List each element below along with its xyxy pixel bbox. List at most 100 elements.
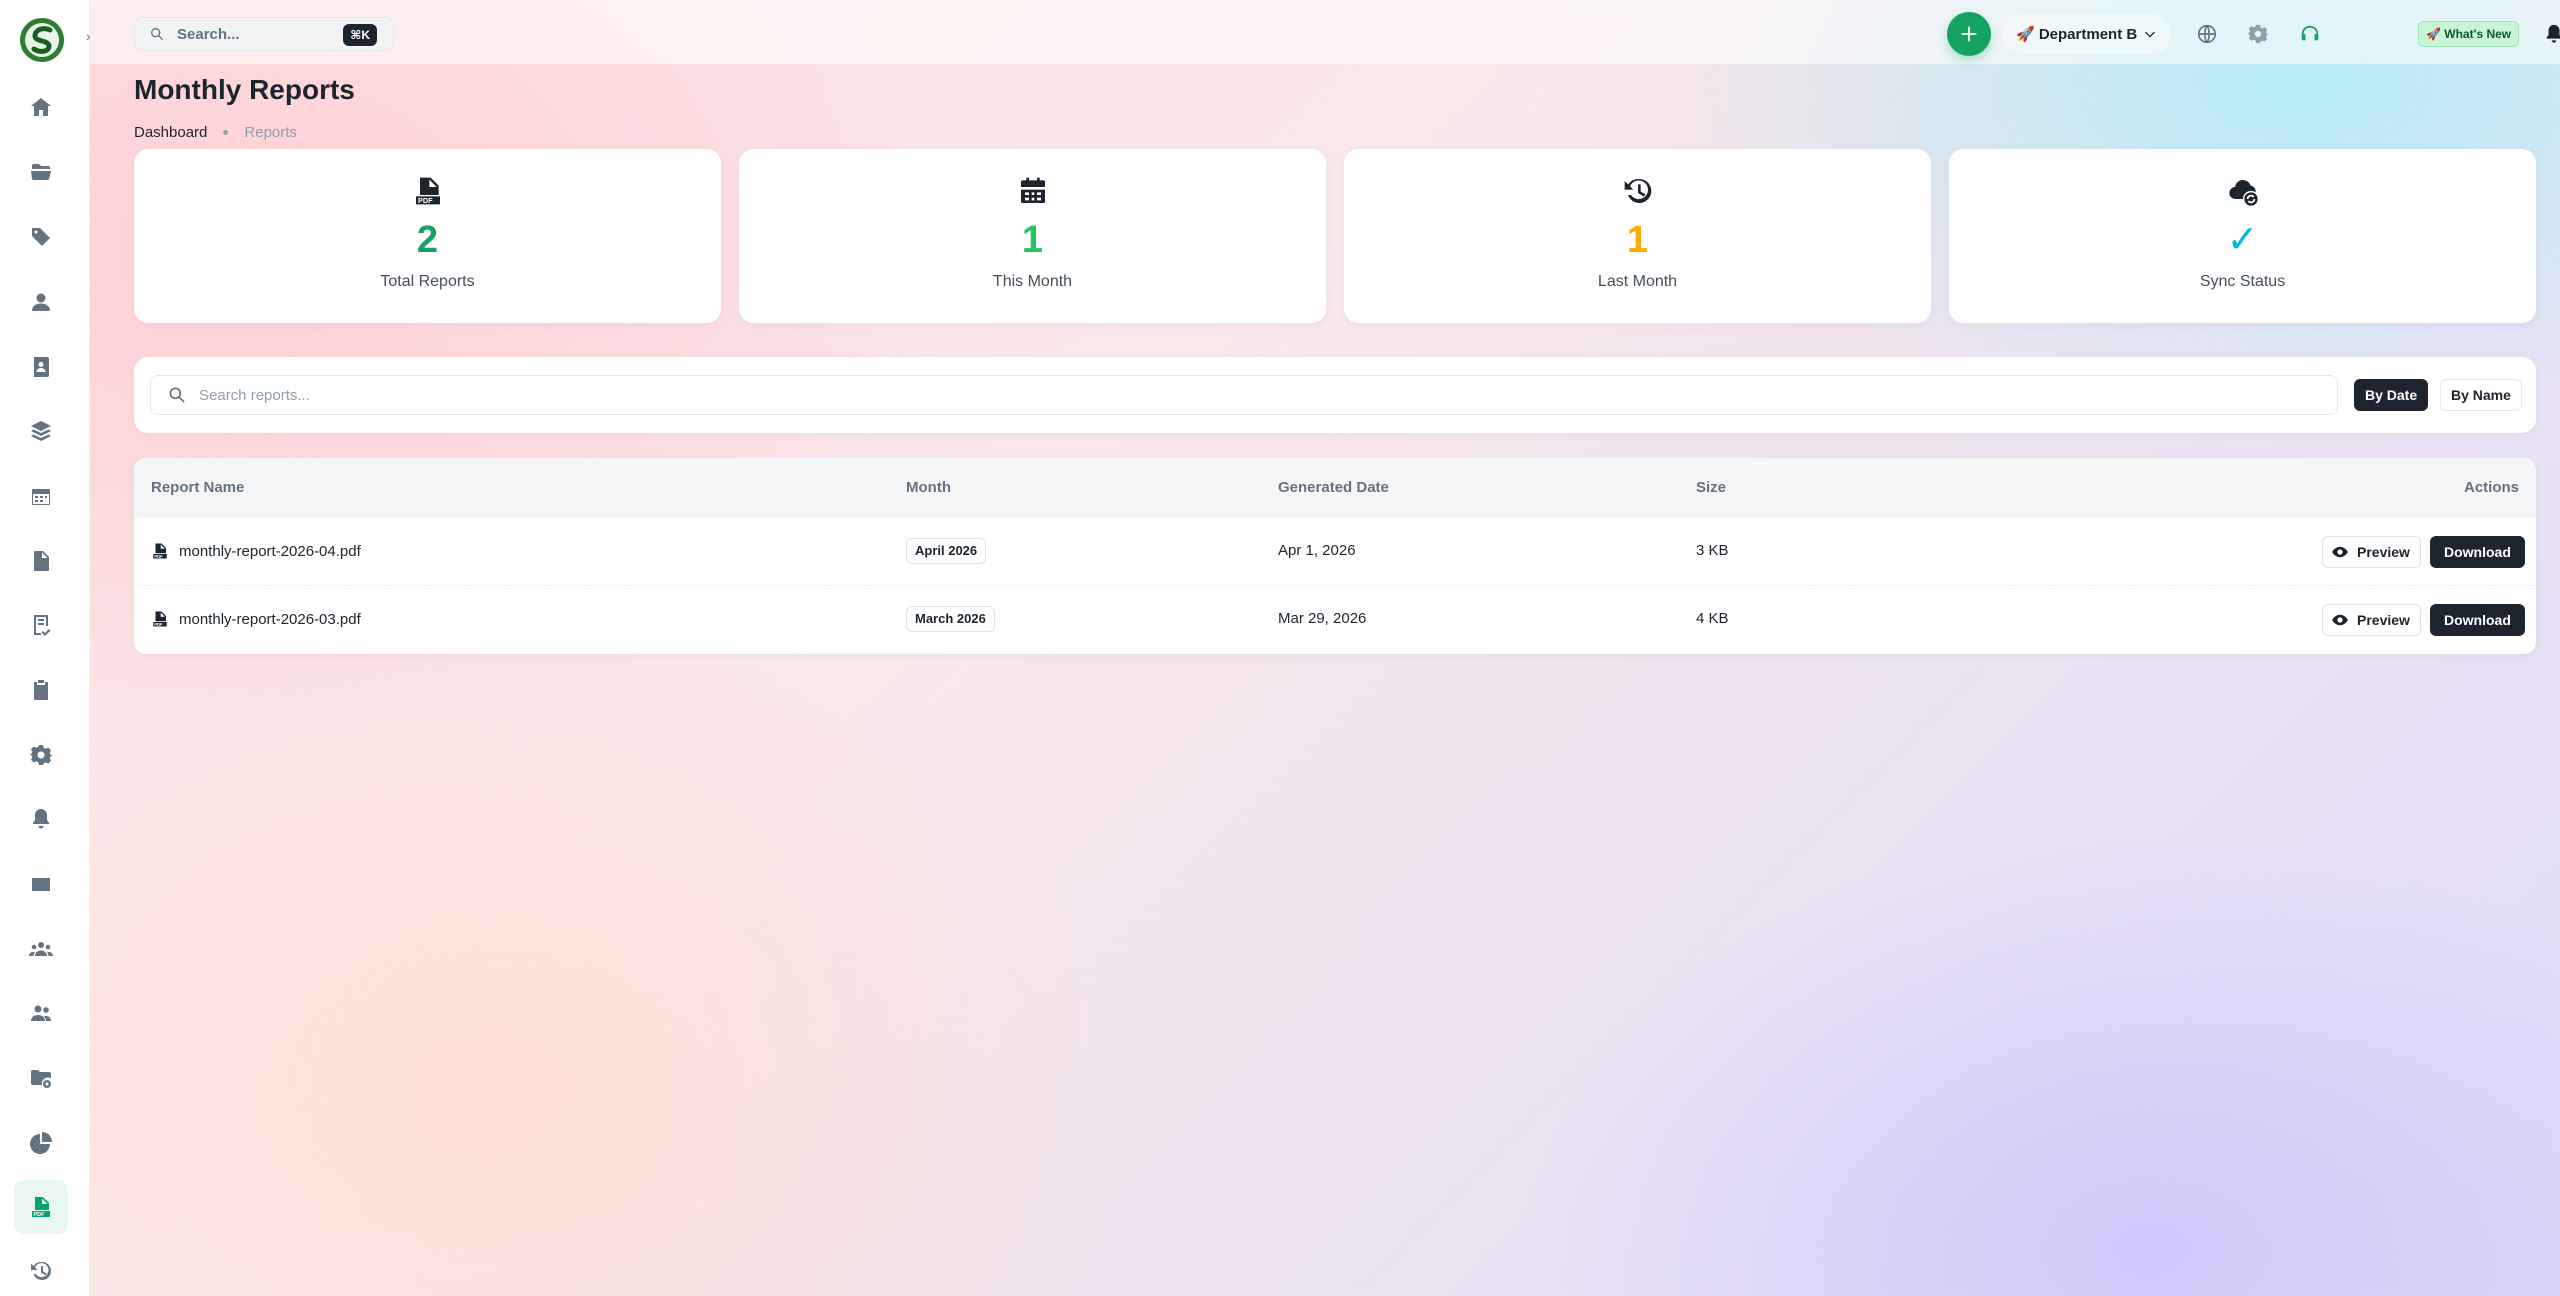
nav-analytics[interactable] [14,1116,68,1170]
app-logo[interactable] [20,18,64,62]
nav-tasks[interactable] [14,663,68,717]
folder-icon [31,164,51,181]
layers-icon [31,421,51,441]
nav-checklist[interactable] [14,598,68,652]
pdf-file-icon: PDF [412,175,444,207]
breadcrumb: Dashboard Reports [134,124,297,141]
nav-users[interactable] [14,986,68,1040]
breadcrumb-reports: Reports [244,124,297,141]
gear-icon [29,745,53,765]
nav-teams[interactable] [14,922,68,976]
calendar-icon [1017,175,1049,207]
sort-by-name-button[interactable]: By Name [2440,379,2522,411]
generated-date: Apr 1, 2026 [1278,542,1356,559]
svg-text:PDF: PDF [154,622,163,627]
stat-value: 2 [416,219,439,261]
download-button[interactable]: Download [2430,604,2525,636]
preview-button[interactable]: Preview [2322,604,2421,636]
checklist-icon [34,615,51,636]
nav-calendar[interactable] [14,469,68,523]
users-icon [31,1005,51,1021]
download-button[interactable]: Download [2430,536,2525,568]
table-row: PDF monthly-report-2026-03.pdf March 202… [134,586,2536,654]
folder-settings-icon [31,1070,51,1088]
table-row: PDF monthly-report-2026-04.pdf April 202… [134,518,2536,586]
report-name[interactable]: monthly-report-2026-03.pdf [179,611,361,628]
column-header-generated-date: Generated Date [1278,479,1389,496]
sort-by-date-button[interactable]: By Date [2354,379,2429,411]
gear-icon [2247,24,2269,44]
generated-date: Mar 29, 2026 [1278,610,1367,627]
stat-label: Sync Status [2199,273,2286,290]
table-header: Report Name Month Generated Date Size Ac… [134,458,2536,518]
nav-documents[interactable] [14,534,68,588]
column-header-month: Month [906,479,951,496]
add-button[interactable] [1947,12,1991,56]
plus-icon [1961,26,1977,42]
nav-tags[interactable] [14,210,68,264]
file-size: 3 KB [1696,542,1729,559]
column-header-report-name: Report Name [151,479,245,496]
nav-mail[interactable] [14,857,68,911]
pdf-file-icon: PDF [32,1197,50,1218]
support-button[interactable] [2294,18,2326,50]
language-button[interactable] [2191,18,2223,50]
nav-reports[interactable]: PDF [14,1180,68,1234]
search-icon [151,28,164,41]
clipboard-check-icon [34,680,48,700]
chevron-down-icon [2145,31,2156,38]
month-badge: March 2026 [906,606,995,632]
user-icon [32,293,50,311]
contact-book-icon [34,357,49,377]
nav-layers[interactable] [14,404,68,458]
stat-card-this-month: 1 This Month [739,149,1326,323]
stat-value: 1 [1021,219,1044,261]
nav-contacts[interactable] [14,340,68,394]
whats-new-button[interactable]: 🚀 What's New [2418,21,2520,47]
bell-icon [33,809,49,829]
nav-notifications[interactable] [14,792,68,846]
column-header-size: Size [1696,479,1727,496]
preview-button[interactable]: Preview [2322,536,2421,568]
calendar-icon [32,489,50,505]
nav-settings[interactable] [14,728,68,782]
stat-value: 1 [1626,219,1649,261]
department-selector[interactable]: 🚀 Department B [2002,14,2172,54]
notifications-button[interactable] [2538,18,2560,50]
svg-text:PDF: PDF [34,1212,46,1218]
file-size: 4 KB [1696,610,1729,627]
page-title: Monthly Reports [134,74,355,105]
history-icon [1622,175,1654,207]
nav-home[interactable] [14,80,68,134]
department-label: 🚀 Department B [2016,26,2138,43]
pie-chart-icon [30,1132,52,1154]
pdf-file-icon: PDF [153,543,167,559]
settings-button[interactable] [2242,18,2274,50]
cloud-sync-icon [2227,175,2259,207]
breadcrumb-dashboard[interactable]: Dashboard [134,124,207,141]
reports-table: Report Name Month Generated Date Size Ac… [134,458,2536,654]
search-input[interactable] [199,386,2199,404]
report-name-cell: PDF monthly-report-2026-03.pdf [151,610,361,628]
home-icon [31,98,51,116]
nav-user[interactable] [14,275,68,329]
globe-icon [2197,24,2217,44]
nav-history[interactable] [14,1244,68,1296]
headset-icon [2301,25,2319,41]
eye-icon [2332,546,2348,558]
stat-label: This Month [992,273,1073,290]
report-search[interactable] [150,375,2338,415]
global-search[interactable]: Search... ⌘K [134,17,394,51]
nav-files[interactable] [14,145,68,199]
nav-folder-settings[interactable] [14,1051,68,1105]
stat-label: Total Reports [380,273,475,290]
preview-label: Preview [2357,612,2410,628]
stat-card-last-month: 1 Last Month [1344,149,1931,323]
report-name-cell: PDF monthly-report-2026-04.pdf [151,542,361,560]
group-icon [29,942,53,956]
stat-label: Last Month [1597,273,1678,290]
document-icon [34,551,49,571]
report-name[interactable]: monthly-report-2026-04.pdf [179,543,361,560]
tag-icon [32,228,50,246]
search-label: Search... [177,25,240,43]
